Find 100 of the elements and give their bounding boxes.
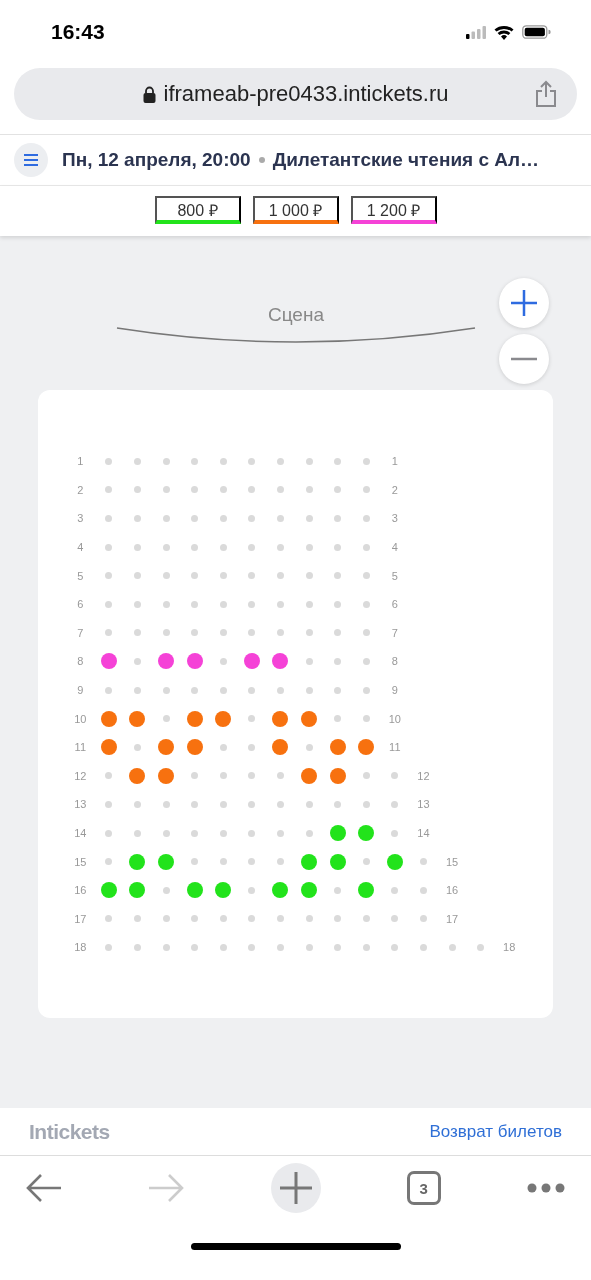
row-number: 10 [73,712,88,725]
available-seat[interactable] [358,882,375,899]
menu-button[interactable] [14,143,48,177]
available-seat[interactable] [186,653,203,670]
row-number: 17 [444,912,460,925]
row-number: 14 [73,827,88,839]
row-number: 8 [390,655,399,668]
row-number: 12 [73,769,88,782]
available-seat[interactable] [129,882,146,899]
available-seat[interactable] [129,767,146,784]
zoom-in-button[interactable] [499,278,549,328]
price-filter[interactable]: 800 ₽ [154,196,241,224]
row-number: 13 [416,798,431,811]
available-seat[interactable] [129,710,146,727]
row-number: 18 [73,941,88,954]
available-seat[interactable] [301,882,318,899]
plus-icon[interactable] [278,1171,313,1205]
row-number: 15 [444,855,460,868]
lock-icon [142,85,156,103]
row-number: 1 [390,455,399,468]
row-number: 4 [76,541,85,554]
row-number: 7 [390,626,399,639]
brand-logo: Intickets [29,1119,110,1144]
status-time: 16:43 [51,20,105,44]
available-seat[interactable] [243,653,260,670]
available-seat[interactable] [329,767,346,784]
share-icon[interactable] [535,80,557,108]
available-seat[interactable] [329,853,346,870]
price-filter[interactable]: 1 200 ₽ [350,196,437,224]
available-seat[interactable] [329,739,346,756]
available-seat[interactable] [301,853,318,870]
available-seat[interactable] [186,882,203,899]
event-title: Дилетантские чтения с Ал… [272,149,540,171]
row-number: 4 [390,541,399,554]
available-seat[interactable] [386,853,403,870]
price-filter[interactable]: 1 000 ₽ [252,196,339,224]
row-number: 16 [73,884,88,897]
row-number: 15 [73,855,88,868]
row-number: 12 [416,769,431,782]
row-number: 3 [76,512,85,525]
row-number: 5 [76,569,85,582]
available-seat[interactable] [100,653,117,670]
more-button[interactable] [527,1183,565,1193]
battery-icon [522,25,551,39]
available-seat[interactable] [186,710,203,727]
home-indicator[interactable] [190,1242,401,1250]
available-seat[interactable] [272,739,289,756]
row-number: 2 [76,483,85,496]
menu-icon[interactable] [24,154,38,166]
available-seat[interactable] [272,710,289,727]
available-seat[interactable] [272,882,289,899]
available-seat[interactable] [272,653,289,670]
available-seat[interactable] [158,767,175,784]
new-tab-button[interactable] [270,1163,321,1213]
separator-dot [258,157,265,163]
row-number: 9 [76,684,85,697]
available-seat[interactable] [215,710,232,727]
row-number: 10 [387,712,402,725]
minus-icon[interactable] [510,357,538,361]
refund-link[interactable]: Возврат билетов [429,1121,562,1142]
row-number: 14 [416,827,431,839]
available-seat[interactable] [358,739,375,756]
wifi-icon [494,24,514,40]
back-button[interactable] [26,1173,62,1203]
url-text: iframeab-pre0433.intickets.ru [163,81,449,107]
available-seat[interactable] [100,710,117,727]
available-seat[interactable] [100,882,117,899]
available-seat[interactable] [301,710,318,727]
row-number: 11 [73,741,87,754]
signal-icon [466,25,486,39]
row-number: 17 [73,912,88,925]
available-seat[interactable] [301,767,318,784]
available-seat[interactable] [100,739,117,756]
available-seat[interactable] [158,739,175,756]
row-number: 7 [76,626,85,639]
row-number: 16 [444,884,460,897]
row-number: 8 [76,655,85,668]
row-number: 9 [390,684,399,697]
address-bar[interactable]: iframeab-pre0433.intickets.ru [14,68,577,120]
row-number: 3 [390,512,399,525]
row-number: 2 [390,483,399,496]
available-seat[interactable] [358,825,375,841]
available-seat[interactable] [158,653,175,670]
stage-label: Сцена [268,304,324,326]
available-seat[interactable] [329,825,346,841]
row-number: 5 [390,569,399,582]
available-seat[interactable] [129,853,146,870]
zoom-out-button[interactable] [499,334,549,384]
row-number: 13 [73,798,88,811]
available-seat[interactable] [215,882,232,899]
row-number: 6 [76,598,85,611]
row-number: 6 [390,598,399,611]
event-date: Пн, 12 апреля, 20:00 [62,149,251,171]
row-number: 18 [502,941,517,954]
row-number: 1 [76,455,85,468]
available-seat[interactable] [158,853,175,870]
available-seat[interactable] [186,739,203,756]
plus-icon[interactable] [510,289,538,317]
row-number: 11 [388,741,402,754]
tabs-button[interactable]: 3 [406,1171,441,1205]
